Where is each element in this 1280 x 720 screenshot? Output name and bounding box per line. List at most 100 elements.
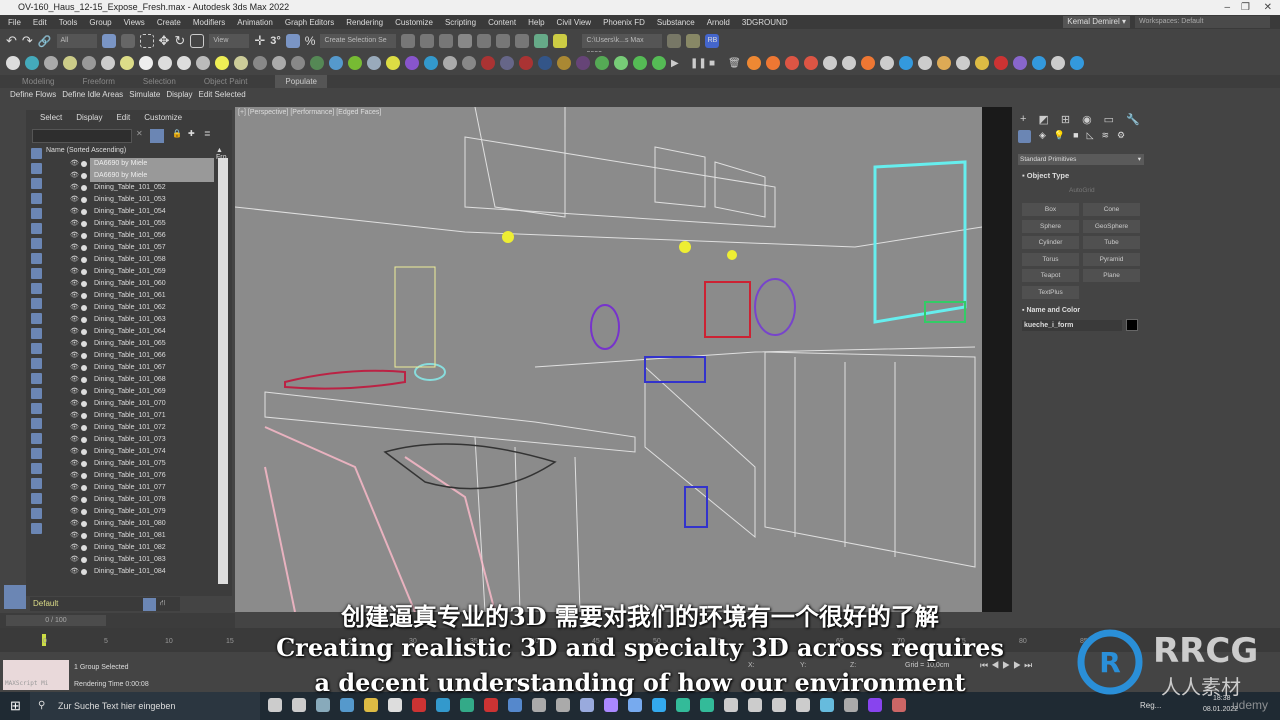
schematic-view-icon[interactable] [477, 34, 492, 48]
explorer-menu-customize[interactable]: Customize [144, 113, 182, 122]
create-box-button[interactable]: Box [1022, 203, 1079, 216]
visibility-eye-icon[interactable]: 👁 [70, 230, 79, 242]
toolbar-tool-icon[interactable] [44, 56, 58, 70]
freeze-dot-icon[interactable] [81, 221, 87, 227]
scene-object-row[interactable]: 👁 Dining_Table_101_054 [70, 206, 214, 218]
toolbar-tool-icon[interactable] [481, 56, 495, 70]
visibility-eye-icon[interactable]: 👁 [70, 290, 79, 302]
scene-object-row[interactable]: 👁 Dining_Table_101_064 [70, 326, 214, 338]
freeze-dot-icon[interactable] [81, 377, 87, 383]
phoenix-fd-tool-icon[interactable] [842, 56, 856, 70]
populate-define-idle-areas-button[interactable]: Define Idle Areas [62, 88, 123, 102]
freeze-dot-icon[interactable] [81, 437, 87, 443]
freeze-dot-icon[interactable] [81, 281, 87, 287]
taskbar-app-icon[interactable] [460, 698, 474, 712]
phoenix-fd-tool-icon[interactable] [880, 56, 894, 70]
render-icon[interactable] [553, 34, 568, 48]
populate-edit-selected-button[interactable]: Edit Selected [199, 88, 246, 102]
render-frame-icon[interactable] [534, 34, 549, 48]
menu-3dground[interactable]: 3DGROUND [742, 18, 788, 27]
visibility-eye-icon[interactable]: 👁 [70, 398, 79, 410]
visibility-eye-icon[interactable]: 👁 [70, 302, 79, 314]
taskbar-app-icon[interactable] [676, 698, 690, 712]
toolbar-tool-icon[interactable] [500, 56, 514, 70]
freeze-dot-icon[interactable] [81, 425, 87, 431]
freeze-dot-icon[interactable] [81, 209, 87, 215]
explorer-filter-button[interactable] [31, 373, 42, 384]
toolbar-tool-icon[interactable] [272, 56, 286, 70]
visibility-eye-icon[interactable]: 👁 [70, 194, 79, 206]
utilities-tab-icon[interactable]: 🔧 [1126, 113, 1140, 126]
pivot-icon[interactable]: ✛ [254, 33, 265, 49]
toolbar-tool-icon[interactable] [443, 56, 457, 70]
phoenix-fd-tool-icon[interactable] [899, 56, 913, 70]
explorer-menu-select[interactable]: Select [40, 113, 62, 122]
scene-object-row[interactable]: 👁 Dining_Table_101_071 [70, 410, 214, 422]
menu-edit[interactable]: Edit [33, 18, 47, 27]
explorer-menu-edit[interactable]: Edit [116, 113, 130, 122]
rb-plugin-icon[interactable]: RB [705, 34, 720, 48]
freeze-dot-icon[interactable] [81, 161, 87, 167]
playback-tool-icon[interactable]: ❚❚ [690, 58, 707, 69]
visibility-eye-icon[interactable]: 👁 [70, 386, 79, 398]
systems-icon[interactable]: ⚙ [1117, 130, 1125, 143]
user-account-menu[interactable]: Kemal Demirel ▾ [1063, 16, 1130, 28]
explorer-filter-button[interactable] [31, 283, 42, 294]
explorer-filter-button[interactable] [31, 238, 42, 249]
create-tube-button[interactable]: Tube [1083, 236, 1140, 249]
toolbar-tool-icon[interactable] [557, 56, 571, 70]
phoenix-fd-tool-icon[interactable] [1032, 56, 1046, 70]
explorer-filter-button[interactable] [31, 358, 42, 369]
taskbar-app-icon[interactable] [844, 698, 858, 712]
scene-object-row[interactable]: 👁 Dining_Table_101_059 [70, 266, 214, 278]
phoenix-fd-tool-icon[interactable] [918, 56, 932, 70]
visibility-eye-icon[interactable]: 👁 [70, 362, 79, 374]
toolbar-tool-icon[interactable] [519, 56, 533, 70]
explorer-filter-button[interactable] [31, 508, 42, 519]
region-select-icon[interactable] [139, 34, 154, 48]
shapes-icon[interactable]: ◈ [1039, 130, 1046, 143]
menu-modifiers[interactable]: Modifiers [193, 18, 225, 27]
phoenix-fd-tool-icon[interactable] [747, 56, 761, 70]
align-icon[interactable] [420, 34, 435, 48]
explorer-filter-button[interactable] [31, 208, 42, 219]
visibility-eye-icon[interactable]: 👁 [70, 326, 79, 338]
ribbon-tab-object-paint[interactable]: Object Paint [204, 75, 248, 88]
perspective-viewport[interactable]: [+] [Perspective] [Performance] [Edged F… [235, 107, 982, 612]
explorer-scrollbar[interactable] [218, 158, 228, 584]
freeze-dot-icon[interactable] [81, 365, 87, 371]
toolbar-tool-icon[interactable] [348, 56, 362, 70]
phoenix-fd-tool-icon[interactable] [1013, 56, 1027, 70]
taskbar-app-icon[interactable] [508, 698, 522, 712]
visibility-eye-icon[interactable]: 👁 [70, 278, 79, 290]
freeze-dot-icon[interactable] [81, 389, 87, 395]
toolbar-tool-icon[interactable] [424, 56, 438, 70]
freeze-dot-icon[interactable] [81, 413, 87, 419]
freeze-dot-icon[interactable] [81, 497, 87, 503]
scene-object-row[interactable]: 👁 Dining_Table_101_080 [70, 518, 214, 530]
phoenix-fd-tool-icon[interactable] [1070, 56, 1084, 70]
toolbar-tool-icon[interactable] [614, 56, 628, 70]
visibility-eye-icon[interactable]: 👁 [70, 314, 79, 326]
select-object-icon[interactable] [101, 34, 116, 48]
selection-filter-dropdown[interactable]: All [56, 34, 97, 48]
toolbar-tool-icon[interactable] [633, 56, 647, 70]
toolbar-tool-icon[interactable] [196, 56, 210, 70]
phoenix-fd-tool-icon[interactable] [956, 56, 970, 70]
snap-3d-icon[interactable]: 3° [270, 35, 281, 47]
freeze-dot-icon[interactable] [81, 569, 87, 575]
taskbar-app-icon[interactable] [412, 698, 426, 712]
material-editor-icon[interactable] [496, 34, 511, 48]
create-selection-set-field[interactable]: Create Selection Se [320, 34, 397, 48]
visibility-eye-icon[interactable]: 👁 [70, 566, 79, 578]
explorer-filter-button[interactable] [31, 343, 42, 354]
toolbar-tool-icon[interactable] [158, 56, 172, 70]
phoenix-fd-tool-icon[interactable] [937, 56, 951, 70]
phoenix-fd-tool-icon[interactable] [994, 56, 1008, 70]
taskbar-app-icon[interactable] [364, 698, 378, 712]
toolbar-tool-icon[interactable] [462, 56, 476, 70]
menu-scripting[interactable]: Scripting [445, 18, 476, 27]
taskbar-app-icon[interactable] [652, 698, 666, 712]
toolbar-tool-icon[interactable] [120, 56, 134, 70]
freeze-dot-icon[interactable] [81, 353, 87, 359]
